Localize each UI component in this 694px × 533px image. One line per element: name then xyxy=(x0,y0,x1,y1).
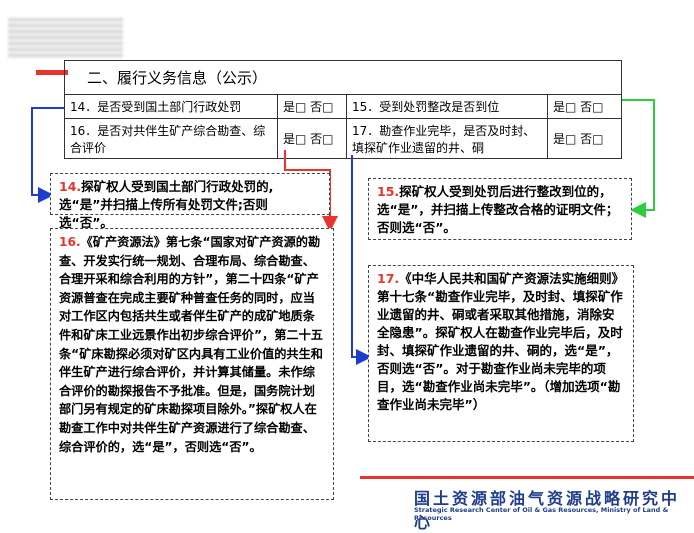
answer-14-checkboxes[interactable]: 是□ 否□ xyxy=(277,94,347,119)
note-16: 16.《矿产资源法》第七条“国家对矿产资源的勘查、开发实行统一规划、合理布局、综… xyxy=(50,228,334,500)
note-17-text: 《中华人民共和国矿产资源法实施细则》第十七条“勘查作业完毕，及时封、填探矿作业遗… xyxy=(377,271,625,412)
note-17: 17.《中华人民共和国矿产资源法实施细则》第十七条“勘查作业完毕，及时封、填探矿… xyxy=(368,265,634,442)
question-16: 16．是否对共伴生矿产综合勘查、综合评价 xyxy=(64,118,278,159)
note-16-number: 16. xyxy=(59,235,81,249)
note-15-number: 15. xyxy=(377,184,400,199)
answer-16-checkboxes[interactable]: 是□ 否□ xyxy=(277,118,347,159)
note-14-text: 探矿权人受到国土部门行政处罚的,选“是”并扫描上传所有处罚文件;否则选“否”。 xyxy=(59,179,274,230)
footer-red-line xyxy=(360,476,694,479)
note-15: 15.探矿权人受到处罚后进行整改到位的，选“是”，并扫描上传整改合格的证明文件；… xyxy=(368,178,632,240)
question-15: 15．受到处罚整改是否到位 xyxy=(346,94,548,119)
answer-17-checkboxes[interactable]: 是□ 否□ xyxy=(547,118,622,159)
note-17-number: 17. xyxy=(377,271,400,286)
arrow-17 xyxy=(351,155,372,365)
note-14: 14.探矿权人受到国土部门行政处罚的,选“是”并扫描上传所有处罚文件;否则选“否… xyxy=(50,173,330,230)
blurred-logo xyxy=(8,18,123,58)
section-title: 二、履行义务信息（公示） xyxy=(64,60,622,95)
answer-15-checkboxes[interactable]: 是□ 否□ xyxy=(547,94,622,119)
question-14: 14．是否受到国土部门行政处罚 xyxy=(64,94,278,119)
obligation-form-table: 二、履行义务信息（公示） 14．是否受到国土部门行政处罚 是□ 否□ 15．受到… xyxy=(64,60,622,159)
note-14-number: 14. xyxy=(59,179,82,194)
note-16-text: 《矿产资源法》第七条“国家对矿产资源的勘查、开发实行统一规划、合理布局、综合勘查… xyxy=(59,235,323,454)
note-15-text: 探矿权人受到处罚后进行整改到位的，选“是”，并扫描上传整改合格的证明文件；否则选… xyxy=(377,184,619,235)
footer-org-name-en: Strategic Research Center of Oil & Gas R… xyxy=(414,506,669,522)
question-17: 17．勘查作业完毕，是否及时封、填探矿作业遗留的井、硐 xyxy=(346,118,548,159)
